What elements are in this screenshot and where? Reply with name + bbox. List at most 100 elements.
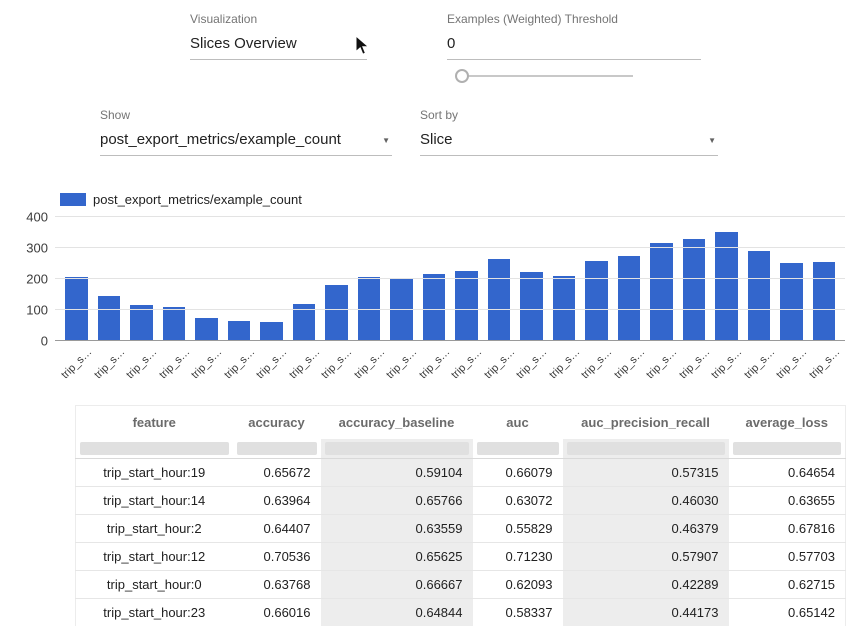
sort-by-label: Sort by [420, 108, 718, 122]
table-row[interactable]: trip_start_hour:20.644070.635590.558290.… [76, 515, 846, 543]
bar[interactable] [98, 296, 121, 341]
column-filter-cell [233, 439, 321, 459]
x-slot: trip_s… [613, 343, 646, 395]
x-slot: trip_s… [125, 343, 158, 395]
bar[interactable] [455, 271, 478, 341]
bar[interactable] [748, 251, 771, 341]
chevron-down-icon[interactable]: ▼ [357, 40, 365, 49]
threshold-input[interactable]: 0 [447, 26, 701, 60]
metric-cell: 0.66016 [233, 599, 321, 626]
table-row[interactable]: trip_start_hour:00.637680.666670.620930.… [76, 571, 846, 599]
bar[interactable] [488, 259, 511, 341]
column-header-feature[interactable]: feature [76, 406, 233, 440]
sort-by-dropdown[interactable]: Slice ▼ [420, 122, 718, 156]
metric-cell: 0.63072 [473, 487, 563, 515]
x-slot: trip_s… [548, 343, 581, 395]
metric-cell: 0.67816 [729, 515, 846, 543]
visualization-label: Visualization [190, 12, 367, 26]
chevron-down-icon[interactable]: ▼ [708, 136, 716, 145]
bar[interactable] [228, 321, 251, 341]
legend-swatch [60, 193, 86, 206]
sort-by-value: Slice [420, 131, 453, 148]
x-slot: trip_s… [678, 343, 711, 395]
y-tick-label: 100 [26, 303, 48, 318]
bar[interactable] [130, 305, 153, 341]
show-dropdown[interactable]: post_export_metrics/example_count ▼ [100, 122, 392, 156]
metric-cell: 0.42289 [563, 571, 729, 599]
bar[interactable] [813, 262, 836, 341]
metric-cell: 0.66079 [473, 459, 563, 487]
bar[interactable] [585, 261, 608, 341]
bar[interactable] [163, 307, 186, 341]
column-filter-input[interactable] [733, 442, 842, 455]
metric-cell: 0.58337 [473, 599, 563, 626]
metric-cell: 0.65625 [321, 543, 473, 571]
column-filter-cell [473, 439, 563, 459]
bar[interactable] [683, 239, 706, 341]
column-header-auc_precision_recall[interactable]: auc_precision_recall [563, 406, 729, 440]
bar[interactable] [650, 243, 673, 341]
metric-cell: 0.63655 [729, 487, 846, 515]
column-filter-input[interactable] [80, 442, 229, 455]
column-filter-cell [729, 439, 846, 459]
table-row[interactable]: trip_start_hour:190.656720.591040.660790… [76, 459, 846, 487]
threshold-slider[interactable] [455, 68, 633, 84]
column-filter-input[interactable] [237, 442, 317, 455]
x-slot: trip_s… [515, 343, 548, 395]
metric-cell: 0.63964 [233, 487, 321, 515]
x-axis-label: trip_s… [449, 346, 484, 381]
bar[interactable] [390, 279, 413, 341]
column-filter-input[interactable] [567, 442, 725, 455]
metric-cell: 0.59104 [321, 459, 473, 487]
x-slot: trip_s… [60, 343, 93, 395]
show-label: Show [100, 108, 392, 122]
x-axis-label: trip_s… [774, 346, 809, 381]
header-row: featureaccuracyaccuracy_baselineaucauc_p… [76, 406, 846, 440]
bar[interactable] [618, 256, 641, 341]
x-axis-label: trip_s… [384, 346, 419, 381]
gridline [55, 216, 845, 217]
metric-cell: 0.63768 [233, 571, 321, 599]
x-axis-label: trip_s… [222, 346, 257, 381]
x-slot: trip_s… [158, 343, 191, 395]
bar[interactable] [195, 318, 218, 341]
visualization-control: Visualization Slices Overview ▼ [190, 12, 367, 60]
bar[interactable] [520, 272, 543, 341]
chevron-down-icon[interactable]: ▼ [382, 136, 390, 145]
visualization-dropdown[interactable]: Slices Overview ▼ [190, 26, 367, 60]
x-slot: trip_s… [645, 343, 678, 395]
slider-thumb[interactable] [455, 69, 469, 83]
column-filter-input[interactable] [477, 442, 559, 455]
x-axis-label: trip_s… [92, 346, 127, 381]
metric-cell: 0.63559 [321, 515, 473, 543]
column-filter-input[interactable] [325, 442, 469, 455]
metrics-table-wrap: featureaccuracyaccuracy_baselineaucauc_p… [75, 405, 845, 626]
x-axis-label: trip_s… [514, 346, 549, 381]
column-header-accuracy_baseline[interactable]: accuracy_baseline [321, 406, 473, 440]
feature-cell: trip_start_hour:12 [76, 543, 233, 571]
table-row[interactable]: trip_start_hour:120.705360.656250.712300… [76, 543, 846, 571]
x-axis-label: trip_s… [124, 346, 159, 381]
x-slot: trip_s… [255, 343, 288, 395]
column-filter-cell [76, 439, 233, 459]
x-axis-label: trip_s… [742, 346, 777, 381]
table-row[interactable]: trip_start_hour:140.639640.657660.630720… [76, 487, 846, 515]
metric-cell: 0.64844 [321, 599, 473, 626]
bar[interactable] [325, 285, 348, 341]
feature-cell: trip_start_hour:23 [76, 599, 233, 626]
x-axis-label: trip_s… [644, 346, 679, 381]
column-header-auc[interactable]: auc [473, 406, 563, 440]
bar[interactable] [423, 274, 446, 341]
slider-track[interactable] [461, 75, 633, 77]
table-row[interactable]: trip_start_hour:230.660160.648440.583370… [76, 599, 846, 626]
x-axis-label: trip_s… [579, 346, 614, 381]
bar[interactable] [780, 263, 803, 341]
bar[interactable] [715, 232, 738, 341]
column-header-accuracy[interactable]: accuracy [233, 406, 321, 440]
column-header-average_loss[interactable]: average_loss [729, 406, 846, 440]
gridline [55, 309, 845, 310]
y-tick-label: 300 [26, 241, 48, 256]
x-axis-label: trip_s… [807, 346, 842, 381]
bar[interactable] [260, 322, 283, 341]
gridline [55, 340, 845, 341]
